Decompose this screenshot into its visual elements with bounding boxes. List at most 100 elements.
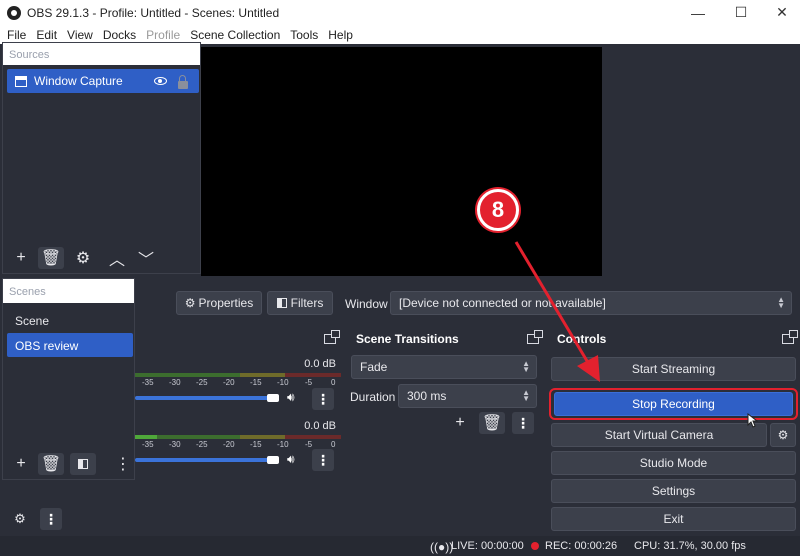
meter-tick: -15 <box>250 378 262 387</box>
dock-title: Controls <box>557 332 607 346</box>
scene-item-selected[interactable]: OBS review <box>7 333 133 357</box>
scene-item[interactable]: Scene <box>7 308 133 332</box>
exit-button[interactable]: Exit <box>551 507 796 531</box>
volume-slider-track[interactable] <box>135 396 275 400</box>
transition-select[interactable]: Fade ▲ ▼ <box>351 355 537 379</box>
meter-tick: -30 <box>169 440 181 449</box>
remove-transition-button[interactable]: 🗑︎ <box>479 412 505 434</box>
source-properties-button[interactable]: ⚙ <box>70 247 96 269</box>
speaker-icon[interactable]: 🔊︎ <box>287 452 295 467</box>
add-transition-button[interactable]: + <box>447 412 473 434</box>
transition-menu-button[interactable]: ⋮ <box>512 412 534 434</box>
meter-tick: -5 <box>305 440 313 449</box>
menu-file[interactable]: File <box>7 28 26 42</box>
duration-spinbox[interactable]: 300 ms ▲ ▼ <box>398 384 537 408</box>
meter-green <box>135 373 240 377</box>
step-badge: 8 <box>477 189 519 231</box>
settings-button[interactable]: Settings <box>551 479 796 503</box>
scene-transitions-dock: Scene Transitions Fade ▲ ▼ Duration 300 m… <box>345 325 545 533</box>
mixer-db-readout: 0.0 dB <box>304 420 336 432</box>
dock-settings-button[interactable]: ⚙ <box>7 508 33 530</box>
dock-title: Scene Transitions <box>356 332 459 346</box>
remove-source-button[interactable]: 🗑︎ <box>38 247 64 269</box>
minimize-button[interactable]: — <box>680 0 716 25</box>
trash-icon: 🗑︎ <box>481 415 503 432</box>
remove-scene-button[interactable]: 🗑︎ <box>38 453 64 475</box>
move-down-button[interactable]: ﹀ <box>133 247 159 269</box>
volume-slider-handle[interactable] <box>267 394 279 402</box>
meter-red <box>285 435 341 439</box>
duration-label: Duration <box>350 390 396 404</box>
meter-tick: -20 <box>223 440 235 449</box>
chevron-up-icon: ︿ <box>108 252 125 269</box>
meter-level <box>135 435 157 439</box>
cpu-readout: CPU: 31.7%, 30.00 fps <box>634 540 746 552</box>
sources-dock: Sources Window Capture + 🗑︎ ⚙ ︿ ﹀ <box>2 42 201 274</box>
volume-slider-track[interactable] <box>135 458 275 462</box>
move-up-button[interactable]: ︿ <box>104 247 130 269</box>
status-bar: ((●)) LIVE: 00:00:00 REC: 00:00:26 CPU: … <box>0 536 800 556</box>
meter-tick: -5 <box>305 378 313 387</box>
window-select[interactable]: [Device not connected or not available] … <box>390 291 792 315</box>
filter-icon <box>78 459 88 469</box>
start-streaming-button[interactable]: Start Streaming <box>551 357 796 381</box>
meter-tick: -35 <box>142 440 154 449</box>
updown-icon: ▲ ▼ <box>522 359 530 374</box>
controls-dock: Controls Start Streaming Stop Recording … <box>548 325 800 533</box>
meter-tick: 0 <box>331 378 336 387</box>
undock-icon[interactable] <box>324 330 340 344</box>
start-virtual-camera-button[interactable]: Start Virtual Camera <box>551 423 767 447</box>
eye-icon[interactable] <box>154 77 167 85</box>
lock-icon[interactable] <box>178 75 188 89</box>
undock-icon[interactable] <box>527 330 543 344</box>
meter-tick: -25 <box>196 440 208 449</box>
menu-tools[interactable]: Tools <box>290 28 318 42</box>
menu-view[interactable]: View <box>67 28 93 42</box>
window-title: OBS 29.1.3 - Profile: Untitled - Scenes:… <box>27 5 280 20</box>
gear-icon: ⚙ <box>777 428 789 442</box>
window-label: Window <box>345 297 388 311</box>
close-button[interactable]: ✕ <box>764 0 800 25</box>
mixer-menu-button[interactable]: ⋮ <box>312 388 334 410</box>
menu-profile[interactable]: Profile <box>146 28 180 42</box>
menu-scene-collection[interactable]: Scene Collection <box>190 28 280 42</box>
mixer-menu-button[interactable]: ⋮ <box>312 449 334 471</box>
volume-slider-handle[interactable] <box>267 456 279 464</box>
studio-mode-button[interactable]: Studio Mode <box>551 451 796 475</box>
meter-tick: -35 <box>142 378 154 387</box>
filter-icon <box>276 298 287 308</box>
signal-icon: ((●)) <box>430 540 454 554</box>
scene-filters-button[interactable] <box>70 453 96 475</box>
virtual-camera-settings-button[interactable]: ⚙ <box>770 423 796 447</box>
speaker-icon[interactable]: 🔊︎ <box>287 390 295 405</box>
gears-icon: ⚙ <box>14 511 26 526</box>
window-icon <box>15 75 27 87</box>
meter-tick: -15 <box>250 440 262 449</box>
obs-logo-icon <box>7 5 21 20</box>
meter-tick: -20 <box>223 378 235 387</box>
mouse-cursor-icon <box>747 413 759 428</box>
meter-tick: -25 <box>196 378 208 387</box>
menu-help[interactable]: Help <box>328 28 353 42</box>
undock-icon[interactable] <box>782 330 798 344</box>
scene-menu-button[interactable]: ⋮ <box>114 453 132 475</box>
meter-yellow <box>240 373 285 377</box>
trash-icon: 🗑︎ <box>40 250 62 267</box>
preview-canvas[interactable] <box>201 47 602 276</box>
dock-menu-button[interactable]: ⋮ <box>40 508 62 530</box>
add-source-button[interactable]: + <box>8 247 34 269</box>
gear-icon: ⚙ <box>75 250 91 267</box>
filters-button[interactable]: Filters <box>267 291 333 315</box>
meter-tick: 0 <box>331 440 336 449</box>
scenes-dock: Scenes Scene OBS review + 🗑︎ ⋮ <box>2 278 135 480</box>
add-scene-button[interactable]: + <box>8 453 34 475</box>
audio-mixer-dock: 0.0 dB -35 -30 -25 -20 -15 -10 -5 0 🔊︎ ⋮… <box>135 325 342 533</box>
title-bar: OBS 29.1.3 - Profile: Untitled - Scenes:… <box>0 0 800 25</box>
live-timer: LIVE: 00:00:00 <box>451 540 524 552</box>
maximize-button[interactable]: ☐ <box>723 0 759 25</box>
properties-button[interactable]: ⚙ Properties <box>176 291 262 315</box>
menu-edit[interactable]: Edit <box>36 28 57 42</box>
source-item[interactable]: Window Capture <box>7 69 199 93</box>
highlight-box <box>549 388 798 420</box>
menu-docks[interactable]: Docks <box>103 28 136 42</box>
